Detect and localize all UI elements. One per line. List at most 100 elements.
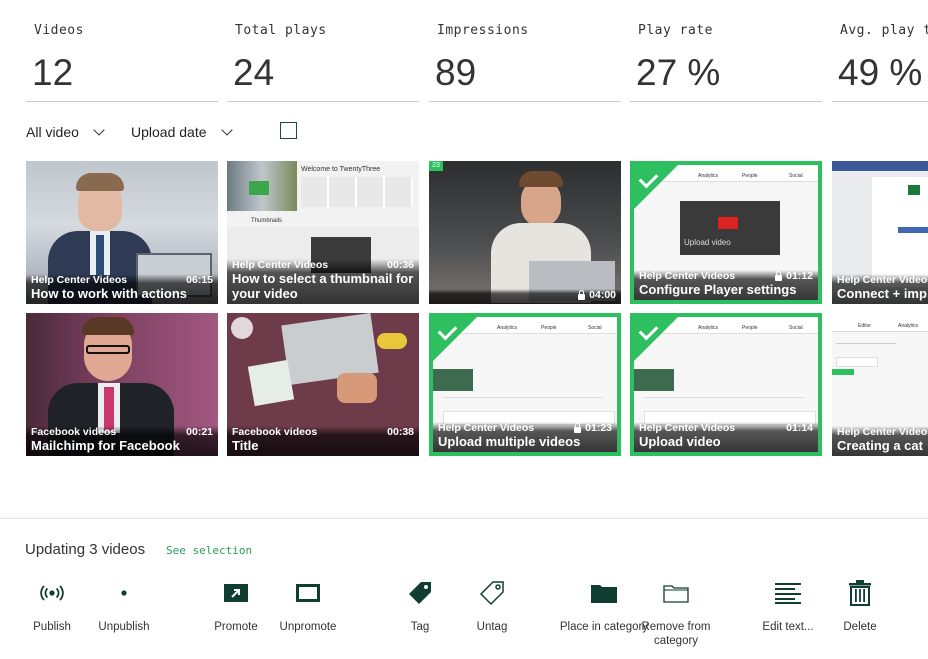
select-all-checkbox[interactable] [280, 122, 297, 139]
video-title: Upload multiple videos [438, 434, 581, 449]
video-title: Connect + imp [837, 286, 927, 301]
sort-dropdown[interactable]: Upload date [131, 124, 233, 140]
thumb-tab: Analytics [698, 173, 719, 179]
tag-icon [409, 582, 431, 604]
stat-impressions: Impressions 89 [429, 0, 621, 102]
action-label: Remove from category [641, 621, 711, 647]
thumb-tab: People [742, 173, 758, 179]
video-overlay: Help Center Videos 01:23 Upload multiple … [433, 422, 617, 452]
selected-corner [634, 165, 678, 209]
chevron-down-icon [220, 124, 233, 136]
video-overlay: Help Center Videos 01:14 Upload video [634, 422, 818, 452]
unpromote-icon [296, 584, 320, 602]
untag-button[interactable]: Untag [447, 576, 537, 634]
stat-videos: Videos 12 [26, 0, 218, 102]
video-tile-selected[interactable]: Analytics People Social Help Center Vide… [630, 313, 822, 456]
video-overlay: 04:00 [429, 289, 621, 304]
video-duration: 04:00 [589, 289, 616, 301]
video-tile-selected[interactable]: Analytics People Social Upload video Hel… [630, 161, 822, 304]
thumb-tab: Analytics [497, 325, 518, 331]
thumb-tab: Editor [858, 323, 872, 329]
video-category: Help Center Videos [639, 270, 736, 282]
video-duration: 01:12 [786, 270, 813, 282]
video-category: Facebook videos [31, 426, 117, 438]
video-category: Help Center Videos [837, 274, 928, 286]
bulk-action-panel: Updating 3 videos See selection Publish … [0, 518, 928, 659]
thumb-caption: Upload video [684, 238, 731, 247]
brand-badge: 23 [429, 161, 443, 171]
lock-icon [578, 289, 586, 300]
stat-avg-play: Avg. play t 49 % [832, 0, 928, 102]
dot-icon [121, 590, 127, 596]
video-tile[interactable]: Help Center Videos 06:15 How to work with… [26, 161, 218, 304]
untag-icon [479, 581, 504, 606]
video-title: Mailchimp for Facebook [31, 438, 180, 453]
thumb-tab: Social [789, 173, 803, 179]
video-title: Configure Player settings [639, 282, 797, 297]
broadcast-icon [40, 585, 64, 601]
video-duration: 01:14 [786, 422, 813, 434]
video-duration: 00:21 [186, 426, 213, 438]
video-tile[interactable]: Facebook videos 00:38 Title [227, 313, 419, 456]
selection-count: Updating 3 videos [25, 541, 146, 558]
folder-icon [591, 585, 617, 603]
stat-value: 12 [32, 52, 74, 93]
thumb-heading: Welcome to TwentyThree [301, 166, 381, 173]
video-duration: 06:15 [186, 274, 213, 286]
video-category: Help Center Videos [31, 274, 128, 286]
video-overlay: Facebook videos 00:38 Title [227, 426, 419, 456]
video-category: Help Center Videos [438, 422, 535, 434]
video-title: Title [232, 438, 259, 453]
lock-icon [775, 270, 783, 281]
chevron-down-icon [93, 124, 105, 136]
stat-label: Play rate [638, 23, 713, 38]
thumb-tab: People [541, 325, 557, 331]
video-tile[interactable]: 23 04:00 [429, 161, 621, 304]
lock-icon [574, 422, 582, 433]
video-title: Upload video [639, 434, 721, 449]
unpromote-button[interactable]: Unpromote [263, 576, 353, 634]
stat-value: 24 [233, 52, 275, 93]
video-overlay: Help Center Videos 01:12 Configure Player… [634, 270, 818, 300]
video-tile[interactable]: Facebook videos 00:21 Mailchimp for Faceb… [26, 313, 218, 456]
text-lines-icon [775, 583, 801, 604]
video-title: Creating a cat [837, 438, 923, 453]
video-overlay: Help Center Videos Creating a cat [832, 426, 928, 456]
category-filter-label: All video [26, 124, 79, 140]
stat-label: Impressions [437, 23, 529, 38]
video-title: How to work with actions [31, 286, 188, 301]
video-overlay: Facebook videos 00:21 Mailchimp for Faceb… [26, 426, 218, 456]
category-filter-dropdown[interactable]: All video [26, 124, 105, 140]
thumb-tab: Social [789, 325, 803, 331]
video-tile[interactable]: Help Center Videos Connect + imp [832, 161, 928, 304]
action-label: Unpromote [279, 621, 337, 633]
video-category: Help Center Videos [232, 259, 329, 271]
stat-label: Total plays [235, 23, 327, 38]
delete-button[interactable]: Delete [815, 576, 905, 634]
stat-value: 27 % [636, 52, 721, 93]
video-tile-selected[interactable]: Analytics People Social Help Center Vide… [429, 313, 621, 456]
selected-corner [433, 317, 477, 361]
video-thumbnail: 23 [429, 161, 621, 304]
promote-icon [224, 584, 248, 602]
unpublish-button[interactable]: Unpublish [79, 576, 169, 634]
folder-outline-icon [663, 585, 689, 603]
thumb-tab: People [742, 325, 758, 331]
action-label: Untag [476, 621, 508, 633]
stat-total-plays: Total plays 24 [227, 0, 419, 102]
action-label: Unpublish [98, 621, 150, 633]
video-category: Facebook videos [232, 426, 318, 438]
video-tile[interactable]: Welcome to TwentyThree Thumbnails Help C… [227, 161, 419, 304]
selected-corner [634, 317, 678, 361]
video-overlay: Help Center Videos 00:36 How to select a … [227, 259, 419, 304]
thumb-tab: Social [588, 325, 602, 331]
video-duration: 01:23 [585, 422, 612, 434]
video-overlay: Help Center Videos Connect + imp [832, 274, 928, 304]
see-selection-link[interactable]: See selection [166, 544, 252, 557]
video-tile[interactable]: Editor Analytics Help Center Videos Crea… [832, 313, 928, 456]
action-label: Delete [843, 621, 877, 633]
trash-icon [849, 580, 871, 606]
video-title: How to select a thumbnail for your video [232, 271, 414, 301]
video-category: Help Center Videos [639, 422, 736, 434]
remove-from-category-button[interactable]: Remove from category [631, 576, 721, 648]
